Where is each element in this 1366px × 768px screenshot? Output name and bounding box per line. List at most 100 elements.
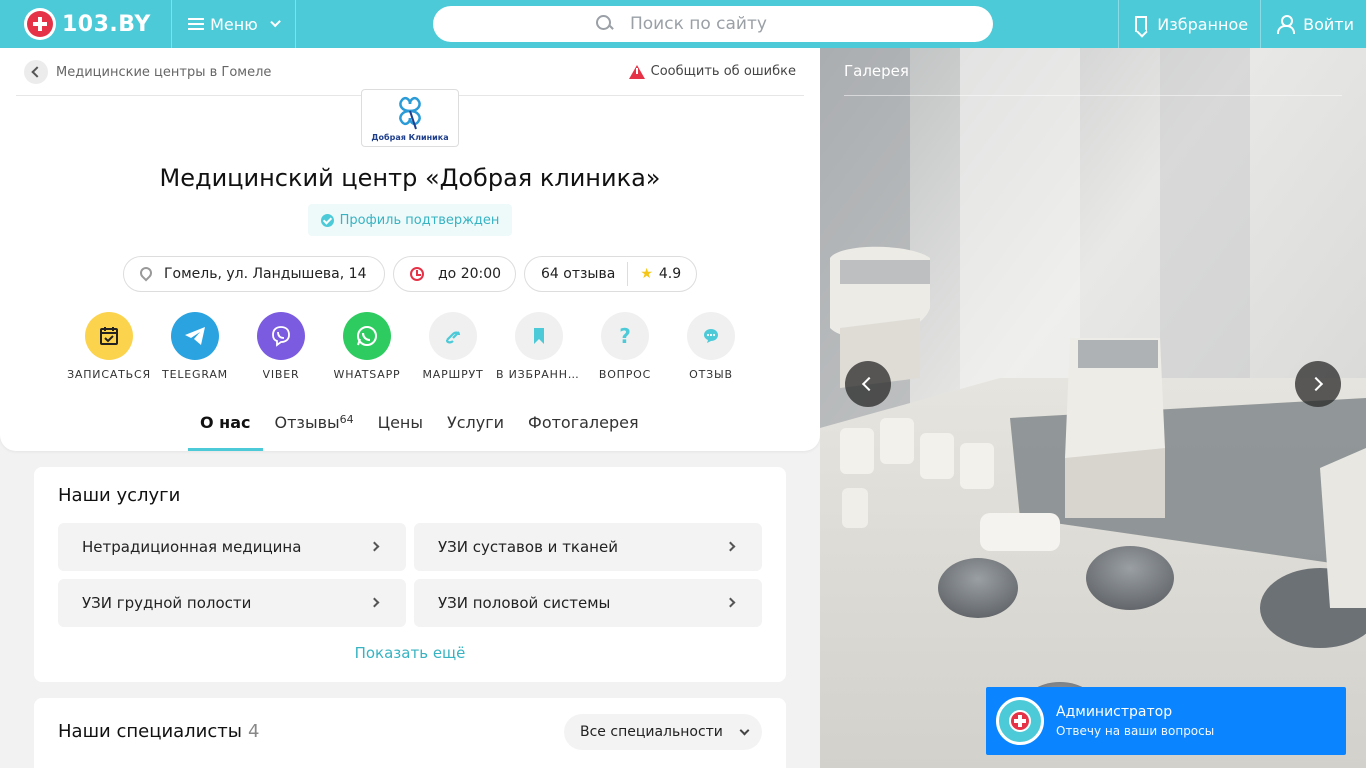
comment-icon[interactable] [687, 312, 735, 360]
specialty-dropdown[interactable]: Все специальности [564, 714, 762, 750]
verified-badge: Профиль подтвержден [308, 204, 512, 236]
tab-reviews[interactable]: Отзывы 64 [263, 408, 366, 451]
question-icon[interactable]: ? [601, 312, 649, 360]
clinic-logo-text: Добрая Клиника [371, 133, 449, 142]
favorites-label: Избранное [1157, 14, 1249, 34]
action-viber[interactable]: VIBER [238, 312, 324, 381]
bookmark-icon [1135, 16, 1148, 32]
star-icon: ★ [640, 266, 653, 282]
gallery-next-button[interactable] [1295, 361, 1341, 407]
search-input[interactable] [630, 14, 830, 34]
hours-pill[interactable]: до 20:00 [393, 256, 516, 292]
action-question[interactable]: ? ВОПРОС [582, 312, 668, 381]
hamburger-icon [188, 18, 204, 30]
chat-widget[interactable]: Администратор Отвечу на ваши вопросы [986, 687, 1346, 755]
photo-gallery[interactable]: Галерея [820, 48, 1366, 768]
tab-bar: О нас Отзывы 64 Цены Услуги Фотогалерея [188, 408, 651, 451]
check-circle-icon [320, 213, 334, 227]
location-pin-icon [137, 264, 155, 282]
report-label: Сообщить об ошибке [650, 64, 796, 79]
action-label: WHATSAPP [333, 368, 401, 381]
action-bar: ЗАПИСАТЬСЯ TELEGRAM VIBER WHATSAPP МАРШР… [66, 312, 754, 381]
tab-badge: 64 [339, 413, 354, 426]
tab-about[interactable]: О нас [188, 408, 263, 451]
clover-logo-icon [399, 96, 421, 130]
logo-cross-icon [24, 8, 56, 40]
address-pill[interactable]: Гомель, ул. Ландышева, 14 [123, 256, 385, 292]
calendar-icon[interactable] [85, 312, 133, 360]
specialists-title: Наши специалисты 4 [58, 721, 260, 742]
breadcrumb[interactable]: Медицинские центры в Гомеле [24, 60, 271, 84]
service-item[interactable]: УЗИ суставов и тканей [414, 523, 762, 571]
action-telegram[interactable]: TELEGRAM [152, 312, 238, 381]
user-icon [1277, 15, 1296, 34]
site-logo[interactable]: 103.BY [0, 0, 172, 48]
whatsapp-icon[interactable] [343, 312, 391, 360]
service-item[interactable]: УЗИ половой системы [414, 579, 762, 627]
action-review[interactable]: ОТЗЫВ [668, 312, 754, 381]
services-card: Наши услуги Нетрадиционная медицина УЗИ … [34, 467, 786, 682]
chat-text: Администратор Отвечу на ваши вопросы [1056, 704, 1214, 738]
login-button[interactable]: Войти [1260, 0, 1366, 48]
action-label: ВОПРОС [598, 368, 652, 381]
chat-subtitle: Отвечу на ваши вопросы [1056, 724, 1215, 738]
search-bar[interactable] [433, 6, 993, 42]
page-title: Медицинский центр «Добрая клиника» [159, 164, 661, 192]
warning-icon [628, 64, 645, 79]
address-text: Гомель, ул. Ландышева, 14 [164, 266, 367, 282]
service-item[interactable]: УЗИ грудной полости [58, 579, 406, 627]
gallery-prev-button[interactable] [845, 361, 891, 407]
verified-label: Профиль подтвержден [339, 212, 500, 228]
chevron-down-icon [269, 16, 281, 28]
pill-divider [627, 262, 629, 286]
services-title: Наши услуги [58, 485, 181, 506]
rating-value: 4.9 [658, 266, 682, 282]
chevron-right-icon [725, 541, 736, 552]
logo-text: 103.BY [62, 11, 151, 37]
hours-text: до 20:00 [438, 266, 502, 282]
action-favorite[interactable]: В ИЗБРАННОЕ [496, 312, 582, 381]
gallery-label: Галерея [844, 62, 909, 80]
telegram-icon[interactable] [171, 312, 219, 360]
action-book[interactable]: ЗАПИСАТЬСЯ [66, 312, 152, 381]
reviews-count: 64 отзыва [541, 266, 616, 282]
route-icon[interactable] [429, 312, 477, 360]
bookmark-icon[interactable] [515, 312, 563, 360]
header-right: Избранное Войти [1118, 0, 1366, 48]
viber-icon[interactable] [257, 312, 305, 360]
chevron-right-icon [369, 597, 380, 608]
specialists-card: Наши специалисты 4 Все специальности [34, 698, 786, 768]
reviews-pill[interactable]: 64 отзыва ★ 4.9 [524, 256, 697, 292]
specialists-count: 4 [247, 721, 260, 742]
breadcrumb-link[interactable]: Медицинские центры в Гомеле [56, 65, 271, 80]
clock-icon [410, 267, 424, 281]
action-label: TELEGRAM [162, 368, 228, 381]
gallery-photo [820, 48, 1366, 768]
action-label: МАРШРУТ [422, 368, 484, 381]
login-label: Войти [1303, 14, 1354, 34]
tab-gallery[interactable]: Фотогалерея [516, 408, 651, 451]
tab-services[interactable]: Услуги [435, 408, 516, 451]
chat-name: Администратор [1056, 704, 1173, 720]
action-whatsapp[interactable]: WHATSAPP [324, 312, 410, 381]
chevron-right-icon [369, 541, 380, 552]
show-more-link[interactable]: Показать ещё [34, 644, 786, 662]
action-route[interactable]: МАРШРУТ [410, 312, 496, 381]
gallery-divider [844, 95, 1342, 96]
service-item[interactable]: Нетрадиционная медицина [58, 523, 406, 571]
back-arrow-icon[interactable] [24, 60, 48, 84]
favorites-button[interactable]: Избранное [1118, 0, 1260, 48]
profile-card: Медицинские центры в Гомеле Сообщить об … [0, 48, 820, 451]
clinic-logo: Добрая Клиника [361, 89, 459, 147]
action-label: VIBER [262, 368, 300, 381]
menu-label: Меню [210, 14, 258, 34]
action-label: ЗАПИСАТЬСЯ [67, 368, 151, 381]
action-label: В ИЗБРАННОЕ [496, 368, 582, 381]
chevron-right-icon [725, 597, 736, 608]
action-label: ОТЗЫВ [689, 368, 733, 381]
tab-prices[interactable]: Цены [366, 408, 435, 451]
menu-button[interactable]: Меню [172, 0, 296, 48]
chevron-down-icon [739, 725, 750, 735]
report-error-link[interactable]: Сообщить об ошибке [628, 64, 796, 79]
admin-avatar [996, 697, 1044, 745]
